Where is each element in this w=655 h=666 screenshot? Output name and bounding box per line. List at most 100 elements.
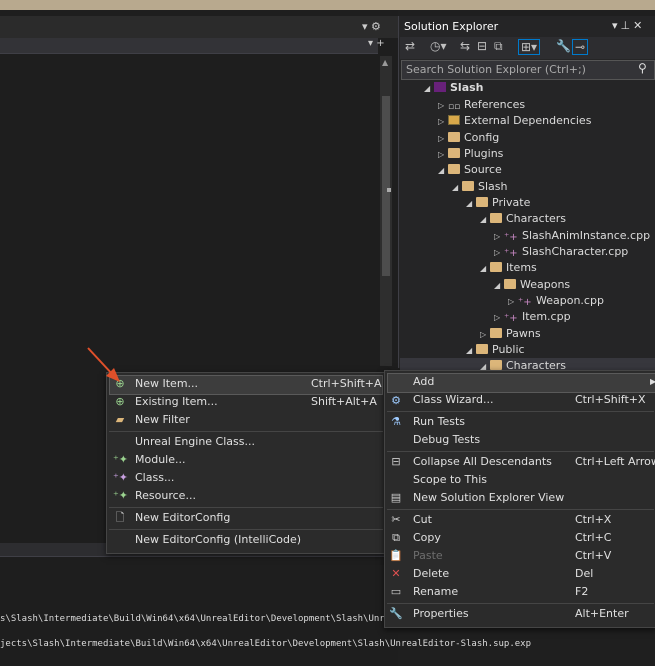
menu-separator: [387, 509, 654, 510]
tree-item-references[interactable]: ▷ ▫▫ References: [438, 97, 525, 113]
menu-item-paste[interactable]: Paste: [413, 547, 443, 565]
collapse-all-icon[interactable]: ⊟: [477, 39, 487, 53]
preview-icon[interactable]: ⊸: [572, 39, 589, 55]
tree-item-solution[interactable]: ◢ Slash: [424, 80, 484, 96]
existing-item-icon: ⊕: [115, 395, 125, 408]
expand-triangle-icon[interactable]: ◢: [466, 196, 476, 212]
new-filter-icon: ▰: [115, 413, 125, 426]
menu-item-new-filter[interactable]: New Filter: [135, 411, 190, 429]
menu-item-new-item[interactable]: New Item...: [135, 375, 198, 393]
tree-item-label: Weapon.cpp: [536, 294, 604, 307]
menu-item-collapse-all[interactable]: Collapse All Descendants: [413, 453, 552, 471]
tree-item-weapon-cpp[interactable]: ▷ ⁺+ Weapon.cpp: [508, 293, 604, 309]
file-icon: 🗋: [115, 511, 125, 524]
copy-icon: ⧉: [392, 531, 400, 544]
menu-item-cut[interactable]: Cut: [413, 511, 432, 529]
tree-item-weapons[interactable]: ◢ Weapons: [494, 277, 570, 293]
menu-item-scope-to-this[interactable]: Scope to This: [413, 471, 487, 489]
menu-item-module[interactable]: Module...: [135, 451, 186, 469]
tree-item-label: Pawns: [506, 327, 541, 340]
scroll-up-icon[interactable]: ▲: [382, 58, 388, 67]
tree-item-label: Items: [506, 261, 537, 274]
menu-item-copy[interactable]: Copy: [413, 529, 441, 547]
tree-item-external-dependencies[interactable]: ▷ External Dependencies: [438, 113, 591, 129]
menu-item-run-tests[interactable]: Run Tests: [413, 413, 465, 431]
menu-item-class[interactable]: Class...: [135, 469, 174, 487]
collapsed-triangle-icon[interactable]: ▷: [494, 245, 504, 261]
cpp-file-icon: ⁺+: [504, 313, 518, 324]
collapsed-triangle-icon[interactable]: ▷: [438, 131, 448, 147]
expand-triangle-icon[interactable]: ◢: [480, 212, 490, 228]
collapsed-triangle-icon[interactable]: ▷: [438, 98, 448, 114]
switch-views-icon[interactable]: ⇄: [405, 39, 415, 53]
tree-item-slash-folder[interactable]: ◢ Slash: [452, 179, 507, 195]
menu-item-delete[interactable]: Delete: [413, 565, 449, 583]
menu-item-new-editorconfig-intellicode[interactable]: New EditorConfig (IntelliCode): [135, 531, 301, 549]
references-icon: ▫▫: [448, 102, 461, 112]
editor-window-icons[interactable]: ▾ ⚙: [362, 20, 381, 33]
menu-item-add[interactable]: Add: [413, 373, 434, 391]
collapsed-triangle-icon[interactable]: ▷: [494, 310, 504, 326]
expand-triangle-icon[interactable]: ◢: [494, 278, 504, 294]
tree-item-public-characters[interactable]: ◢ Characters: [400, 358, 655, 370]
filter-icon[interactable]: ⊞▾: [518, 39, 541, 55]
output-line: s\Slash\Intermediate\Build\Win64\x64\Unr…: [0, 614, 423, 624]
tree-item-pawns[interactable]: ▷ Pawns: [480, 326, 541, 342]
tree-item-private[interactable]: ◢ Private: [466, 195, 530, 211]
expand-triangle-icon[interactable]: ◢: [466, 343, 476, 359]
editor-navigation-dropdown[interactable]: [0, 38, 378, 54]
menu-item-class-wizard[interactable]: Class Wizard...: [413, 391, 493, 409]
shortcut-cut: Ctrl+X: [575, 513, 612, 526]
filter-folder-icon: [490, 360, 502, 370]
menu-item-existing-item[interactable]: Existing Item...: [135, 393, 218, 411]
tree-item-label: Slash: [450, 81, 484, 94]
wrench-icon: 🔧: [389, 607, 403, 620]
collapsed-triangle-icon[interactable]: ▷: [480, 327, 490, 343]
menu-separator: [109, 529, 383, 530]
tree-item-slashcharacter[interactable]: ▷ ⁺+ SlashCharacter.cpp: [494, 244, 628, 260]
scrollbar-thumb[interactable]: [382, 96, 390, 276]
expand-triangle-icon[interactable]: ◢: [452, 180, 462, 196]
collapsed-triangle-icon[interactable]: ▷: [438, 147, 448, 163]
module-icon: ⁺✦: [113, 453, 129, 466]
menu-item-rename[interactable]: Rename: [413, 583, 458, 601]
tree-item-public[interactable]: ◢ Public: [466, 342, 525, 358]
scroll-marker: [387, 188, 391, 192]
shortcut-properties: Alt+Enter: [575, 607, 629, 620]
show-all-files-icon[interactable]: ⧉: [494, 39, 503, 54]
tree-item-config[interactable]: ▷ Config: [438, 130, 499, 146]
tree-item-slashaniminstance[interactable]: ▷ ⁺+ SlashAnimInstance.cpp: [494, 228, 650, 244]
chevron-down-icon[interactable]: ▾ +: [368, 38, 385, 49]
tree-item-label: Slash: [478, 180, 508, 193]
sync-icon[interactable]: ⇆: [460, 39, 470, 53]
tree-item-items[interactable]: ◢ Items: [480, 260, 537, 276]
expand-triangle-icon[interactable]: ◢: [480, 261, 490, 277]
new-view-icon: ▤: [390, 491, 402, 504]
properties-wrench-icon[interactable]: 🔧: [556, 39, 571, 53]
history-icon[interactable]: ◷▾: [430, 39, 447, 53]
collapsed-triangle-icon[interactable]: ▷: [438, 114, 448, 130]
solution-explorer-title: Solution Explorer: [404, 20, 499, 33]
shortcut-delete: Del: [575, 567, 594, 580]
menu-item-properties[interactable]: Properties: [413, 605, 469, 623]
menu-item-new-se-view[interactable]: New Solution Explorer View: [413, 489, 564, 507]
search-icon[interactable]: ⚲: [638, 61, 647, 75]
rename-icon: ▭: [390, 585, 402, 598]
menu-item-debug-tests[interactable]: Debug Tests: [413, 431, 480, 449]
collapsed-triangle-icon[interactable]: ▷: [508, 294, 518, 310]
tree-item-characters[interactable]: ◢ Characters: [480, 211, 566, 227]
menu-item-new-editorconfig[interactable]: New EditorConfig: [135, 509, 230, 527]
menu-item-unreal-class[interactable]: Unreal Engine Class...: [135, 433, 255, 451]
tree-item-label: Plugins: [464, 147, 504, 160]
panel-window-icons[interactable]: ▾⊥✕: [612, 19, 645, 32]
expand-triangle-icon[interactable]: ◢: [480, 359, 490, 370]
tree-item-item-cpp[interactable]: ▷ ⁺+ Item.cpp: [494, 309, 571, 325]
shortcut-collapse-all: Ctrl+Left Arrow: [575, 455, 655, 468]
menu-item-resource[interactable]: Resource...: [135, 487, 196, 505]
expand-triangle-icon[interactable]: ◢: [424, 81, 434, 97]
filter-folder-icon: [448, 164, 460, 174]
tree-item-plugins[interactable]: ▷ Plugins: [438, 146, 503, 162]
collapsed-triangle-icon[interactable]: ▷: [494, 229, 504, 245]
expand-triangle-icon[interactable]: ◢: [438, 163, 448, 179]
tree-item-source[interactable]: ◢ Source: [438, 162, 502, 178]
